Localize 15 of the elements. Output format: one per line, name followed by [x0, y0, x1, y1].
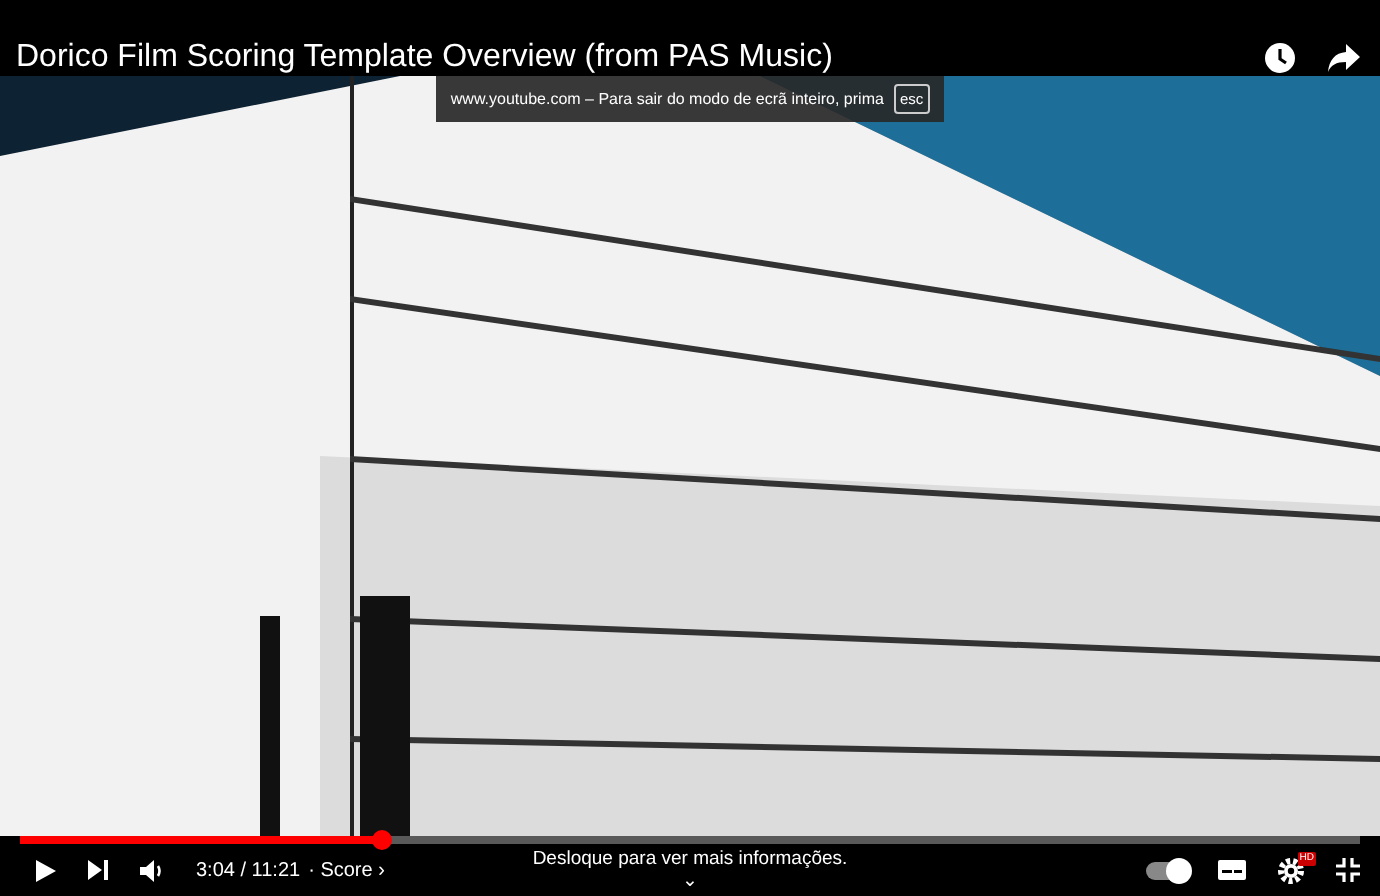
down-chevron[interactable]: ⌄ — [682, 870, 698, 892]
watch-later-icon[interactable] — [1264, 42, 1296, 74]
volume-icon[interactable] — [140, 859, 164, 881]
settings-icon[interactable] — [1278, 858, 1304, 885]
subtitles-icon[interactable] — [1218, 860, 1246, 880]
video-title[interactable]: Dorico Film Scoring Template Overview (from PAS Music) — [16, 40, 833, 76]
share-icon[interactable] — [1328, 44, 1360, 72]
exit-fullscreen-icon[interactable] — [1336, 858, 1360, 882]
scroll-hint: Desloque para ver mais informações. — [532, 848, 848, 870]
fullscreen-notice: www.youtube.com – Para sair do modo de ecrã inteiro, prima — [450, 87, 884, 111]
time-display: 3:04 / 11:21 — [196, 857, 301, 885]
autoplay-toggle[interactable] — [1146, 861, 1186, 879]
chapter-link[interactable]: · Score › — [308, 855, 385, 885]
play-icon[interactable] — [36, 859, 56, 881]
next-icon[interactable] — [88, 860, 108, 880]
